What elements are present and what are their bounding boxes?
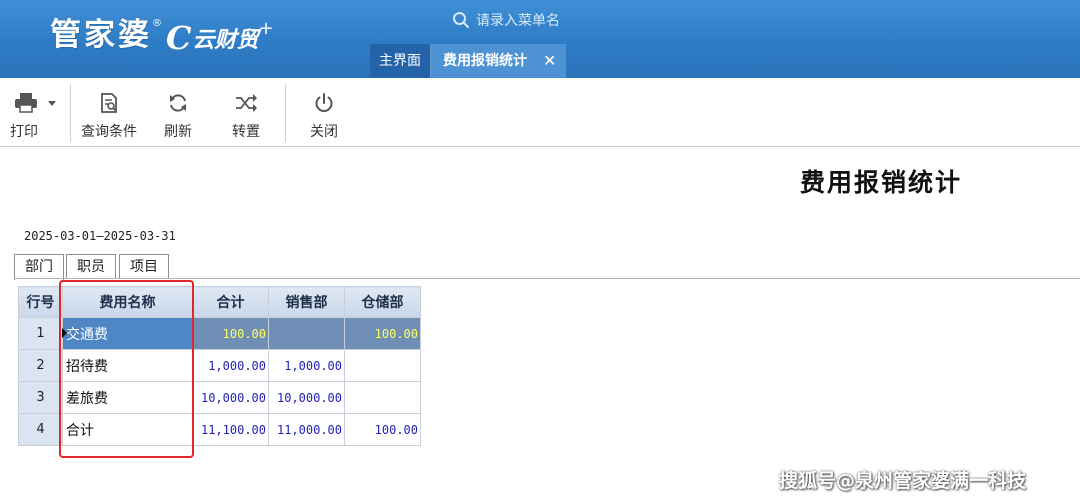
- transpose-label: 转置: [232, 124, 260, 140]
- sales-dept-cell[interactable]: 1,000.00: [268, 349, 345, 382]
- tab-main-label: 主界面: [379, 53, 421, 69]
- storage-dept-cell[interactable]: [344, 349, 421, 382]
- row-number-cell: 1: [18, 317, 67, 350]
- shuffle-icon: [236, 94, 257, 112]
- tab-expense-stats-label: 费用报销统计: [443, 53, 527, 69]
- storage-dept-cell[interactable]: 100.00: [344, 413, 421, 446]
- print-button[interactable]: 打印: [10, 90, 60, 141]
- search-placeholder[interactable]: 请录入菜单名: [476, 10, 560, 30]
- annotation-highlight-box: [59, 280, 194, 458]
- total-cell[interactable]: 100.00: [192, 317, 269, 350]
- menu-search[interactable]: 请录入菜单名: [452, 9, 560, 31]
- row-number: 2: [36, 358, 45, 373]
- tab-project[interactable]: 项目: [119, 254, 169, 279]
- sales-dept-cell[interactable]: 11,000.00: [268, 413, 345, 446]
- query-conditions-label: 查询条件: [81, 124, 137, 140]
- sales-dept-cell[interactable]: [268, 317, 345, 350]
- window-tabs: 主界面 费用报销统计 ✕: [370, 44, 567, 78]
- logo-plus: +: [258, 18, 274, 39]
- column-header-total[interactable]: 合计: [192, 286, 269, 318]
- app-logo: 管家婆 ® C 云财贸 +: [50, 14, 274, 54]
- row-number-cell: 4: [18, 413, 63, 446]
- tab-employee[interactable]: 职员: [66, 254, 116, 279]
- total-cell[interactable]: 10,000.00: [192, 381, 269, 414]
- logo-brand: 管家婆: [50, 17, 152, 53]
- power-icon: [315, 93, 333, 112]
- column-header-sales-dept[interactable]: 销售部: [268, 286, 345, 318]
- storage-dept-cell[interactable]: [344, 381, 421, 414]
- column-header-row-number[interactable]: 行号: [18, 286, 63, 318]
- transpose-button[interactable]: 转置: [232, 90, 260, 141]
- refresh-icon: [170, 94, 186, 112]
- query-conditions-button[interactable]: 查询条件: [81, 90, 137, 141]
- printer-icon: [15, 93, 56, 113]
- toolbar: 打印 查询条件 刷新 转置 关闭: [0, 78, 1080, 147]
- column-header-storage-dept[interactable]: 仓储部: [344, 286, 421, 318]
- logo-cloud-mark: C: [166, 19, 192, 57]
- storage-dept-cell[interactable]: 100.00: [344, 317, 421, 350]
- dropdown-arrow-icon: [48, 101, 56, 106]
- tab-main[interactable]: 主界面: [370, 44, 431, 78]
- grouping-tabs: 部门 职员 项目: [14, 254, 172, 280]
- app-header: 管家婆 ® C 云财贸 + 请录入菜单名 主界面 费用报销统计 ✕: [0, 0, 1080, 78]
- search-icon: [453, 12, 469, 28]
- tab-expense-stats[interactable]: 费用报销统计 ✕: [431, 44, 567, 78]
- date-range: 2025-03-01—2025-03-31: [24, 229, 176, 243]
- close-label: 关闭: [310, 124, 338, 140]
- row-number: 3: [36, 390, 45, 405]
- refresh-label: 刷新: [164, 124, 192, 140]
- toolbar-divider: [285, 84, 286, 142]
- sales-dept-cell[interactable]: 10,000.00: [268, 381, 345, 414]
- row-number-cell: 2: [18, 349, 63, 382]
- close-icon[interactable]: ✕: [543, 44, 556, 78]
- total-cell[interactable]: 11,100.00: [192, 413, 269, 446]
- query-document-icon: [101, 93, 117, 113]
- tab-strip-divider: [14, 278, 1080, 279]
- total-cell[interactable]: 1,000.00: [192, 349, 269, 382]
- logo-registered-mark: ®: [152, 18, 162, 29]
- watermark: 搜狐号@泉州管家婆满一科技: [779, 470, 1027, 492]
- row-number: 1: [36, 326, 45, 341]
- row-number-cell: 3: [18, 381, 63, 414]
- report-title: 费用报销统计: [800, 168, 963, 197]
- tab-department[interactable]: 部门: [14, 254, 64, 280]
- row-number: 4: [36, 422, 45, 437]
- logo-subbrand: 云财贸: [192, 28, 259, 53]
- close-button[interactable]: 关闭: [310, 90, 338, 141]
- refresh-button[interactable]: 刷新: [164, 90, 192, 141]
- print-label: 打印: [10, 124, 38, 140]
- toolbar-divider: [70, 84, 71, 142]
